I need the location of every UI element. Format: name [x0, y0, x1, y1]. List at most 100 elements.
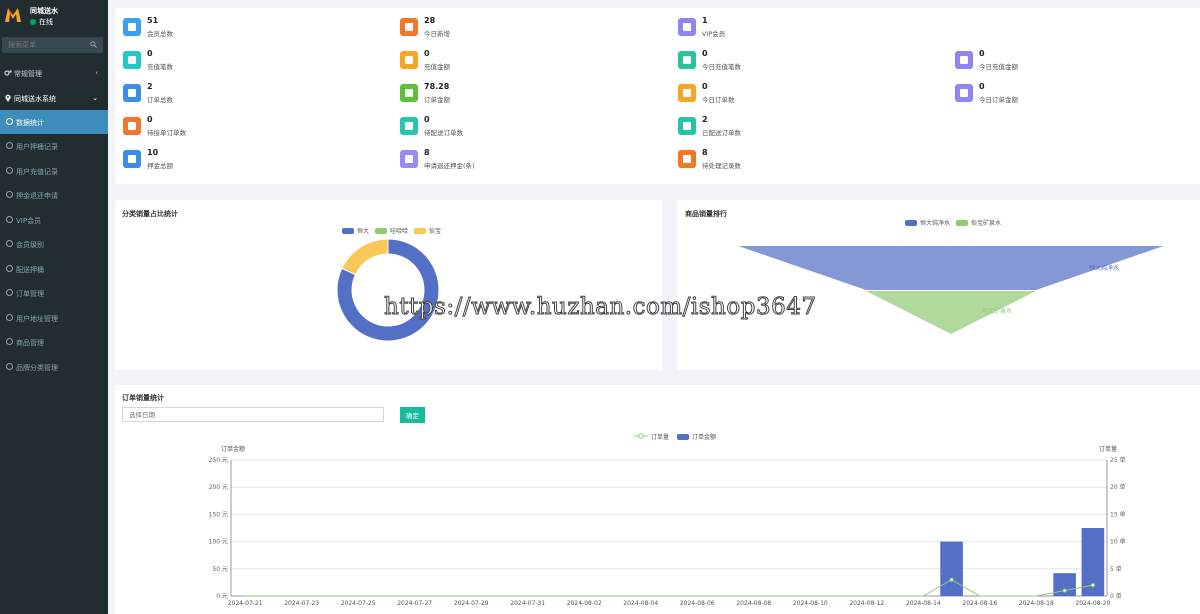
x-tick-label: 2024-07-21	[228, 600, 263, 607]
line-point[interactable]	[1062, 588, 1067, 593]
order-icon	[678, 84, 696, 102]
category-chart-panel: 分类销量占比统计 恒大 哇哈哈 怡宝	[115, 200, 662, 370]
sidebar-item-bucket-records[interactable]: 用户押桶记录	[0, 134, 108, 158]
sidebar-item-label: 押金退还申请	[16, 192, 58, 200]
stat-tile: 78.28 订单金额	[400, 82, 600, 108]
stat-label: 今日充值金额	[979, 63, 1018, 71]
stat-label: 充值笔数	[147, 63, 173, 71]
stat-tile: 8 待处理记录数	[678, 148, 878, 174]
wallet-icon	[678, 51, 696, 69]
sidebar-item-recharge-records[interactable]: 用户充值记录	[0, 159, 108, 183]
y-tick-label-right: 25 单	[1110, 456, 1126, 464]
stat-value: 0	[979, 82, 985, 91]
x-tick-label: 2024-08-08	[736, 600, 771, 607]
series-line	[245, 579, 1093, 597]
order-icon	[400, 84, 418, 102]
gears-icon	[4, 70, 12, 76]
user-icon	[400, 18, 418, 36]
sidebar-item-data-stats[interactable]: 数据统计	[0, 110, 108, 134]
funnel-label: 怡宝矿泉水	[982, 307, 1012, 315]
y-tick-label-left: 200 元	[209, 484, 228, 491]
y-tick-label-right: 20 单	[1110, 483, 1126, 491]
sidebar-item-label: VIP会员	[16, 217, 42, 225]
order-icon	[123, 117, 141, 135]
circle-icon	[6, 363, 13, 370]
logo-icon	[5, 8, 21, 22]
x-tick-label: 2024-08-12	[849, 600, 884, 607]
sidebar-item-member-level[interactable]: 会员级别	[0, 232, 108, 256]
deposit-icon	[123, 150, 141, 168]
order-combo-chart: 订单金额 订单量 0 元 0 单 50 元 5 单 100 元 10 单 150 元 15 单 20…	[209, 445, 1126, 607]
brand-header: 同城送水 在线	[0, 0, 108, 36]
x-tick-label: 2024-07-31	[510, 600, 545, 607]
sidebar-item-brand-category[interactable]: 品牌分类管理	[0, 355, 108, 379]
stat-value: 1	[702, 16, 708, 25]
line-point[interactable]	[1090, 583, 1095, 588]
circle-icon	[6, 289, 13, 296]
stat-tile: 2 订单总数	[123, 82, 323, 108]
online-dot-icon	[30, 19, 36, 25]
y-tick-label-left: 150 元	[209, 511, 228, 518]
deposit-icon	[678, 150, 696, 168]
sidebar-item-addresses[interactable]: 用户地址管理	[0, 306, 108, 330]
deposit-icon	[400, 150, 418, 168]
y-tick-label-right: 15 单	[1110, 510, 1126, 518]
pie-slice[interactable]	[341, 238, 389, 276]
stat-label: 待接单订单数	[147, 129, 186, 137]
online-status-label: 在线	[39, 18, 53, 26]
circle-icon	[6, 314, 13, 321]
menu-group-label: 同城送水系统	[14, 95, 56, 103]
stat-value: 0	[424, 115, 430, 124]
sidebar-item-delivery-bucket[interactable]: 配送押桶	[0, 257, 108, 281]
stat-value: 8	[424, 148, 430, 157]
stat-label: 待处理记录数	[702, 162, 741, 170]
stat-value: 0	[702, 82, 708, 91]
map-marker-icon	[5, 94, 11, 102]
stat-tile: 0 今日充值金额	[955, 49, 1155, 75]
online-status: 在线	[30, 17, 53, 27]
sidebar-item-label: 数据统计	[16, 119, 44, 127]
stat-tile: 0 今日订单金额	[955, 82, 1155, 108]
stat-tile: 2 已配送订单数	[678, 115, 878, 141]
stat-label: 充值金额	[424, 63, 450, 71]
stat-label: 会员总数	[147, 30, 173, 38]
x-tick-label: 2024-08-20	[1075, 600, 1110, 607]
menu-group-water[interactable]: 同城送水系统 ⌄	[0, 86, 108, 110]
circle-icon	[6, 265, 13, 272]
wallet-icon	[400, 51, 418, 69]
bar[interactable]	[940, 541, 963, 596]
stat-value: 0	[147, 115, 153, 124]
line-point[interactable]	[949, 577, 954, 582]
stat-tile: 1 VIP会员	[678, 16, 878, 42]
stat-tile: 10 押金总额	[123, 148, 323, 174]
sidebar-item-deposit-refund[interactable]: 押金退还申请	[0, 183, 108, 207]
menu-group-general[interactable]: 常规管理 ‹	[0, 61, 108, 85]
circle-icon	[6, 338, 13, 345]
sidebar-item-label: 配送押桶	[16, 266, 44, 274]
stats-panel: 51 会员总数 28 今日新增 1 VIP会员 0 充值笔数 0 充值金额 0 今日充值笔数 0 今日充值…	[115, 8, 1200, 184]
stat-value: 0	[147, 49, 153, 58]
menu-search-input[interactable]	[2, 37, 88, 53]
product-rank-panel: 商品销量排行 恒大纯净水 怡宝矿泉水 恒大纯净水 怡宝矿泉水	[677, 200, 1200, 370]
x-tick-label: 2024-07-27	[397, 600, 432, 607]
stat-label: 已配送订单数	[702, 129, 741, 137]
stat-tile: 0 待接单订单数	[123, 115, 323, 141]
menu-group-label: 常规管理	[14, 70, 42, 78]
stat-tile: 51 会员总数	[123, 16, 323, 42]
brand-name: 同城送水	[30, 7, 58, 15]
x-tick-label: 2024-08-10	[793, 600, 828, 607]
x-tick-label: 2024-08-02	[567, 600, 602, 607]
sidebar-item-orders[interactable]: 订单管理	[0, 281, 108, 305]
y-tick-label-left: 100 元	[209, 539, 228, 546]
search-icon[interactable]	[90, 41, 97, 48]
stat-value: 78.28	[424, 82, 450, 91]
sidebar-item-vip[interactable]: VIP会员	[0, 208, 108, 232]
y-tick-label-left: 250 元	[209, 457, 228, 464]
user-icon	[678, 18, 696, 36]
sidebar-item-products[interactable]: 商品管理	[0, 330, 108, 354]
order-icon	[678, 117, 696, 135]
stat-tile: 0 充值金额	[400, 49, 600, 75]
stat-value: 0	[979, 49, 985, 58]
product-funnel-chart: 恒大纯净水怡宝矿泉水	[738, 246, 1164, 334]
stat-label: 今日订单数	[702, 96, 735, 104]
